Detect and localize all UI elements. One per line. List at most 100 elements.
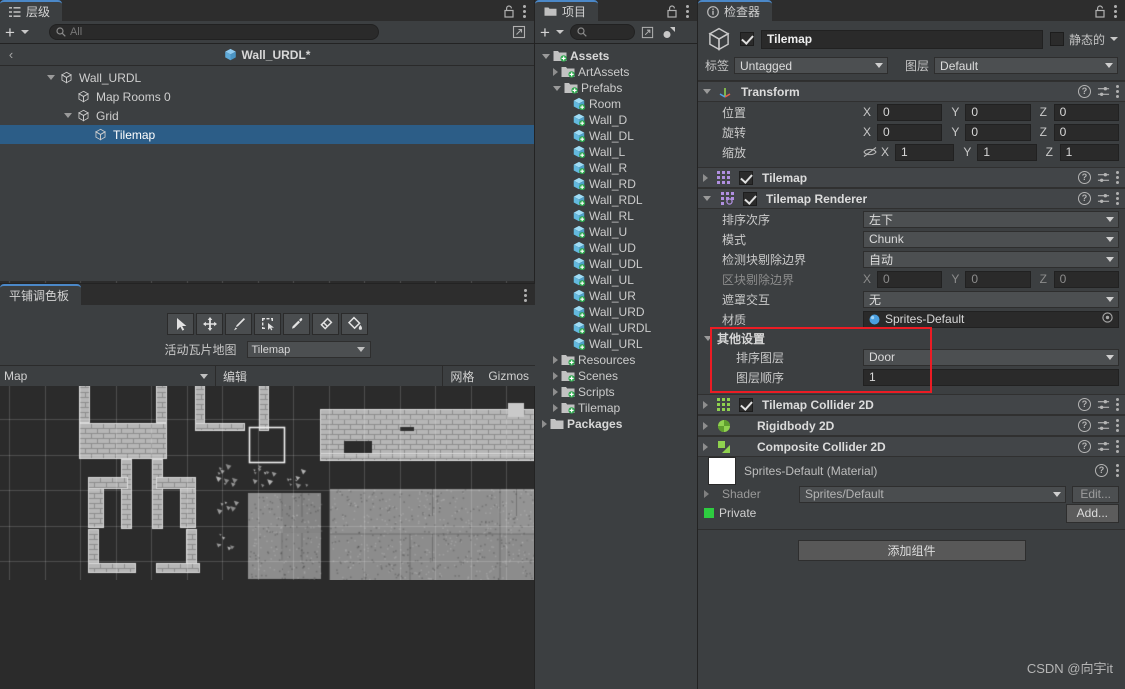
project-row[interactable]: Resources — [535, 352, 697, 368]
eraser-tool[interactable] — [312, 313, 339, 335]
collapse-triangle-icon[interactable] — [542, 53, 550, 59]
tilemap-collider-enabled-checkbox[interactable] — [739, 397, 753, 412]
position-y-field[interactable]: 0 — [965, 103, 1031, 121]
project-row[interactable]: Prefabs — [535, 80, 697, 96]
add-component-button[interactable]: 添加组件 — [797, 540, 1026, 561]
palette-map-dropdown[interactable]: Map — [0, 366, 215, 386]
open-in-new-icon[interactable] — [641, 26, 654, 39]
hierarchy-row[interactable]: Grid — [0, 106, 534, 125]
position-z-field[interactable]: 0 — [1053, 103, 1119, 121]
project-row[interactable]: Room — [535, 96, 697, 112]
expand-triangle-icon[interactable] — [553, 404, 558, 412]
preset-icon[interactable] — [1097, 171, 1110, 184]
project-search-input[interactable] — [569, 24, 635, 40]
project-row[interactable]: Wall_R — [535, 160, 697, 176]
material-object-field[interactable]: Sprites-Default — [863, 310, 1119, 328]
collapse-triangle-icon[interactable] — [47, 75, 55, 80]
shader-edit-button[interactable]: Edit... — [1072, 485, 1119, 503]
private-checkbox[interactable] — [704, 508, 714, 518]
mode-dropdown[interactable]: Chunk — [863, 230, 1119, 248]
hierarchy-row[interactable]: Map Rooms 0 — [0, 87, 534, 106]
rotation-z-field[interactable]: 0 — [1053, 123, 1119, 141]
preset-icon[interactable] — [1097, 440, 1110, 453]
static-checkbox[interactable] — [1049, 32, 1064, 46]
sort-order-dropdown[interactable]: 左下 — [863, 210, 1119, 228]
tilemap-enabled-checkbox[interactable] — [739, 170, 753, 185]
constrain-proportions-icon[interactable] — [863, 146, 877, 158]
project-row[interactable]: Wall_RDL — [535, 192, 697, 208]
component-menu-icon[interactable] — [1116, 398, 1119, 411]
project-row[interactable]: Wall_RL — [535, 208, 697, 224]
tab-hierarchy[interactable]: 层级 — [0, 0, 63, 21]
scale-x-field[interactable]: 1 — [895, 143, 955, 161]
lock-icon[interactable] — [666, 5, 678, 18]
detect-bounds-dropdown[interactable]: 自动 — [863, 250, 1119, 268]
move-tool[interactable] — [196, 313, 223, 335]
component-header-rigidbody2d[interactable]: Rigidbody 2D ? — [698, 415, 1125, 436]
fill-tool[interactable] — [341, 313, 368, 335]
project-filter-icon[interactable] — [662, 26, 677, 39]
project-add-button[interactable]: + — [540, 24, 550, 41]
help-icon[interactable]: ? — [1078, 192, 1091, 205]
active-tilemap-dropdown[interactable]: Tilemap — [246, 341, 371, 358]
project-row[interactable]: Wall_D — [535, 112, 697, 128]
tab-tile-palette[interactable]: 平铺调色板 — [0, 284, 82, 305]
add-object-dropdown-icon[interactable] — [20, 30, 29, 34]
scale-y-field[interactable]: 1 — [977, 143, 1037, 161]
order-in-layer-field[interactable]: 1 — [863, 368, 1119, 386]
project-row[interactable]: Wall_URDL — [535, 320, 697, 336]
palette-menu-icon[interactable] — [524, 289, 527, 302]
material-menu-icon[interactable] — [1116, 464, 1119, 477]
component-header-transform[interactable]: Transform ? — [698, 81, 1125, 102]
collapse-triangle-icon[interactable] — [704, 335, 712, 341]
preset-icon[interactable] — [1097, 398, 1110, 411]
shader-dropdown[interactable]: Sprites/Default — [799, 485, 1067, 503]
component-menu-icon[interactable] — [1116, 440, 1119, 453]
gameobject-name-field[interactable]: Tilemap — [761, 29, 1043, 49]
other-settings-header[interactable]: 其他设置 — [698, 329, 1125, 347]
hierarchy-search-input[interactable]: All — [48, 24, 379, 40]
lock-icon[interactable] — [1094, 5, 1106, 18]
material-add-button[interactable]: Add... — [1065, 503, 1119, 523]
brush-tool[interactable] — [225, 313, 252, 335]
collapse-triangle-icon[interactable] — [703, 89, 711, 94]
collapse-triangle-icon[interactable] — [703, 196, 711, 201]
component-header-tilemap[interactable]: Tilemap ? — [698, 167, 1125, 188]
help-icon[interactable]: ? — [1095, 464, 1108, 477]
preset-icon[interactable] — [1097, 192, 1110, 205]
project-row[interactable]: Wall_URL — [535, 336, 697, 352]
help-icon[interactable]: ? — [1078, 419, 1091, 432]
rotation-x-field[interactable]: 0 — [877, 123, 943, 141]
layer-dropdown[interactable]: Default — [934, 57, 1118, 74]
project-row[interactable]: Wall_DL — [535, 128, 697, 144]
project-row[interactable]: Wall_UR — [535, 288, 697, 304]
tilemap-renderer-enabled-checkbox[interactable] — [743, 191, 757, 206]
expand-triangle-icon[interactable] — [553, 372, 558, 380]
help-icon[interactable]: ? — [1078, 85, 1091, 98]
project-row[interactable]: Wall_L — [535, 144, 697, 160]
expand-triangle-icon[interactable] — [553, 356, 558, 364]
project-row[interactable]: Wall_UD — [535, 240, 697, 256]
hierarchy-row[interactable]: Tilemap — [0, 125, 534, 144]
scale-z-field[interactable]: 1 — [1059, 143, 1119, 161]
palette-edit-button[interactable]: 编辑 — [215, 365, 254, 387]
preset-icon[interactable] — [1097, 85, 1110, 98]
breadcrumb-back-button[interactable]: ‹ — [0, 47, 22, 62]
add-object-button[interactable]: + — [5, 24, 15, 41]
project-add-dropdown-icon[interactable] — [555, 30, 564, 34]
component-header-composite-collider[interactable]: Composite Collider 2D ? — [698, 436, 1125, 457]
component-menu-icon[interactable] — [1116, 85, 1119, 98]
lock-icon[interactable] — [503, 5, 515, 18]
project-menu-icon[interactable] — [686, 5, 689, 18]
box-fill-tool[interactable] — [254, 313, 281, 335]
project-row[interactable]: ArtAssets — [535, 64, 697, 80]
expand-triangle-icon[interactable] — [703, 442, 708, 451]
tag-dropdown[interactable]: Untagged — [734, 57, 889, 74]
help-icon[interactable]: ? — [1078, 398, 1091, 411]
collapse-triangle-icon[interactable] — [64, 113, 72, 118]
palette-gizmos-button[interactable]: Gizmos — [481, 366, 535, 387]
help-icon[interactable]: ? — [1078, 171, 1091, 184]
picker-tool[interactable] — [283, 313, 310, 335]
component-menu-icon[interactable] — [1116, 171, 1119, 184]
project-row[interactable]: Tilemap — [535, 400, 697, 416]
